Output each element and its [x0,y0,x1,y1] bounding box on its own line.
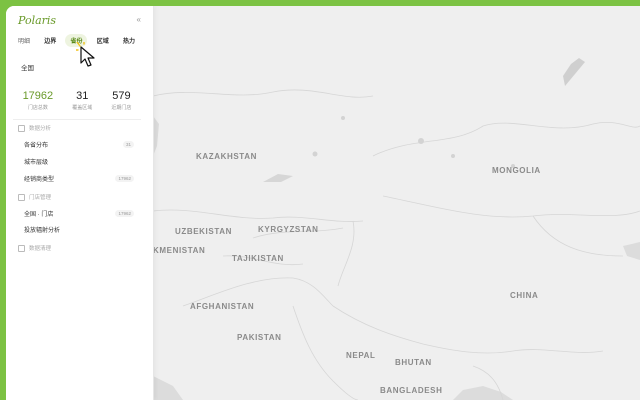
tab-boundary[interactable]: 边界 [39,34,61,47]
label-tajikistan: TAJIKISTAN [232,254,284,263]
lake-1 [418,138,424,144]
border-mongolia [372,122,640,157]
stat-label: 门店总数 [27,105,48,111]
stat-total-stores: 17962 门店总数 [23,90,54,111]
section-title: 数据清理 [29,246,52,252]
border-kaz-rus [153,89,374,98]
nav-item-dealer-type[interactable]: 经销商类型 17962 [24,174,134,183]
app-window: KAZAKHSTAN MONGOLIA UZBEKISTAN KYRGYZSTA… [6,6,640,400]
collapse-icon[interactable]: « [137,15,141,24]
label-china: CHINA [510,291,539,300]
count-badge: 31 [122,141,134,148]
nav-item-label: 全国 · 门店 [24,212,54,218]
lake-2 [451,154,455,158]
nav-item-city-tier[interactable]: 城市层级 [24,157,134,166]
stat-value: 17962 [22,90,54,102]
map-view[interactable]: KAZAKHSTAN MONGOLIA UZBEKISTAN KYRGYZSTA… [153,6,640,400]
lake-baikal [563,58,585,86]
nav-item-label: 经销商类型 [24,177,55,183]
label-kazakhstan: KAZAKHSTAN [196,152,257,161]
count-badge: 17962 [115,210,134,217]
label-turkmenistan: KMENISTAN [153,246,206,255]
tab-detail[interactable]: 明细 [13,34,35,47]
arabian-sea [153,376,183,400]
label-mongolia: MONGOLIA [492,166,541,175]
border-himalaya [332,305,604,354]
label-bangladesh: BANGLADESH [380,386,443,395]
brand-logo: Polaris [18,14,57,27]
border-china-west [337,220,355,287]
lake-4 [341,116,345,120]
scope-label: 全国 [21,65,34,72]
border-kaz-south [153,209,364,222]
label-pakistan: PAKISTAN [237,333,282,342]
mouse-cursor-icon [76,42,95,67]
stat-label: 近期门店 [111,105,132,111]
section-title: 数据分析 [29,126,52,132]
nav-item-label: 各省分布 [24,143,49,149]
nav-item-label: 城市层级 [24,160,49,166]
chart-icon [18,124,25,132]
store-icon [18,193,25,201]
label-kyrgyzstan: KYRGYZSTAN [258,225,319,234]
nav-item-province-distribution[interactable]: 各省分布 31 [24,140,134,149]
nav-item-radiation-analysis[interactable]: 投放辐射分析 [24,225,134,234]
label-nepal: NEPAL [346,351,376,360]
count-badge: 17962 [115,175,134,182]
stat-value: 31 [76,90,89,102]
stat-value: 579 [112,90,131,102]
section-data-analysis[interactable]: 数据分析 [18,124,51,132]
lake-balkhash [263,174,293,182]
stats-panel: 17962 门店总数 31 覆盖区域 579 近期门店 [13,90,141,111]
stat-label: 覆盖区域 [72,105,93,111]
bay-of-bengal [453,386,513,400]
stat-regions: 31 覆盖区域 [72,90,92,111]
nav-item-national-stores[interactable]: 全国 · 门店 17962 [24,209,134,218]
label-bhutan: BHUTAN [395,358,432,367]
nav-item-label: 投放辐射分析 [24,228,61,234]
border-mongolia-s [382,195,640,218]
filter-icon [18,244,25,252]
label-uzbekistan: UZBEKISTAN [175,227,232,236]
label-afghanistan: AFGHANISTAN [190,302,255,311]
section-data-cleanup[interactable]: 数据清理 [18,244,51,252]
coast-right [623,242,640,260]
section-store-management[interactable]: 门店管理 [18,193,51,201]
arrow-pointer-icon [80,46,95,67]
tab-heat[interactable]: 热力 [118,34,140,47]
divider [13,119,141,120]
lake-3 [312,151,318,157]
map-base [153,58,640,400]
border-china-east [532,215,624,257]
section-title: 门店管理 [29,195,52,201]
stat-recent-stores: 579 近期门店 [111,90,131,111]
